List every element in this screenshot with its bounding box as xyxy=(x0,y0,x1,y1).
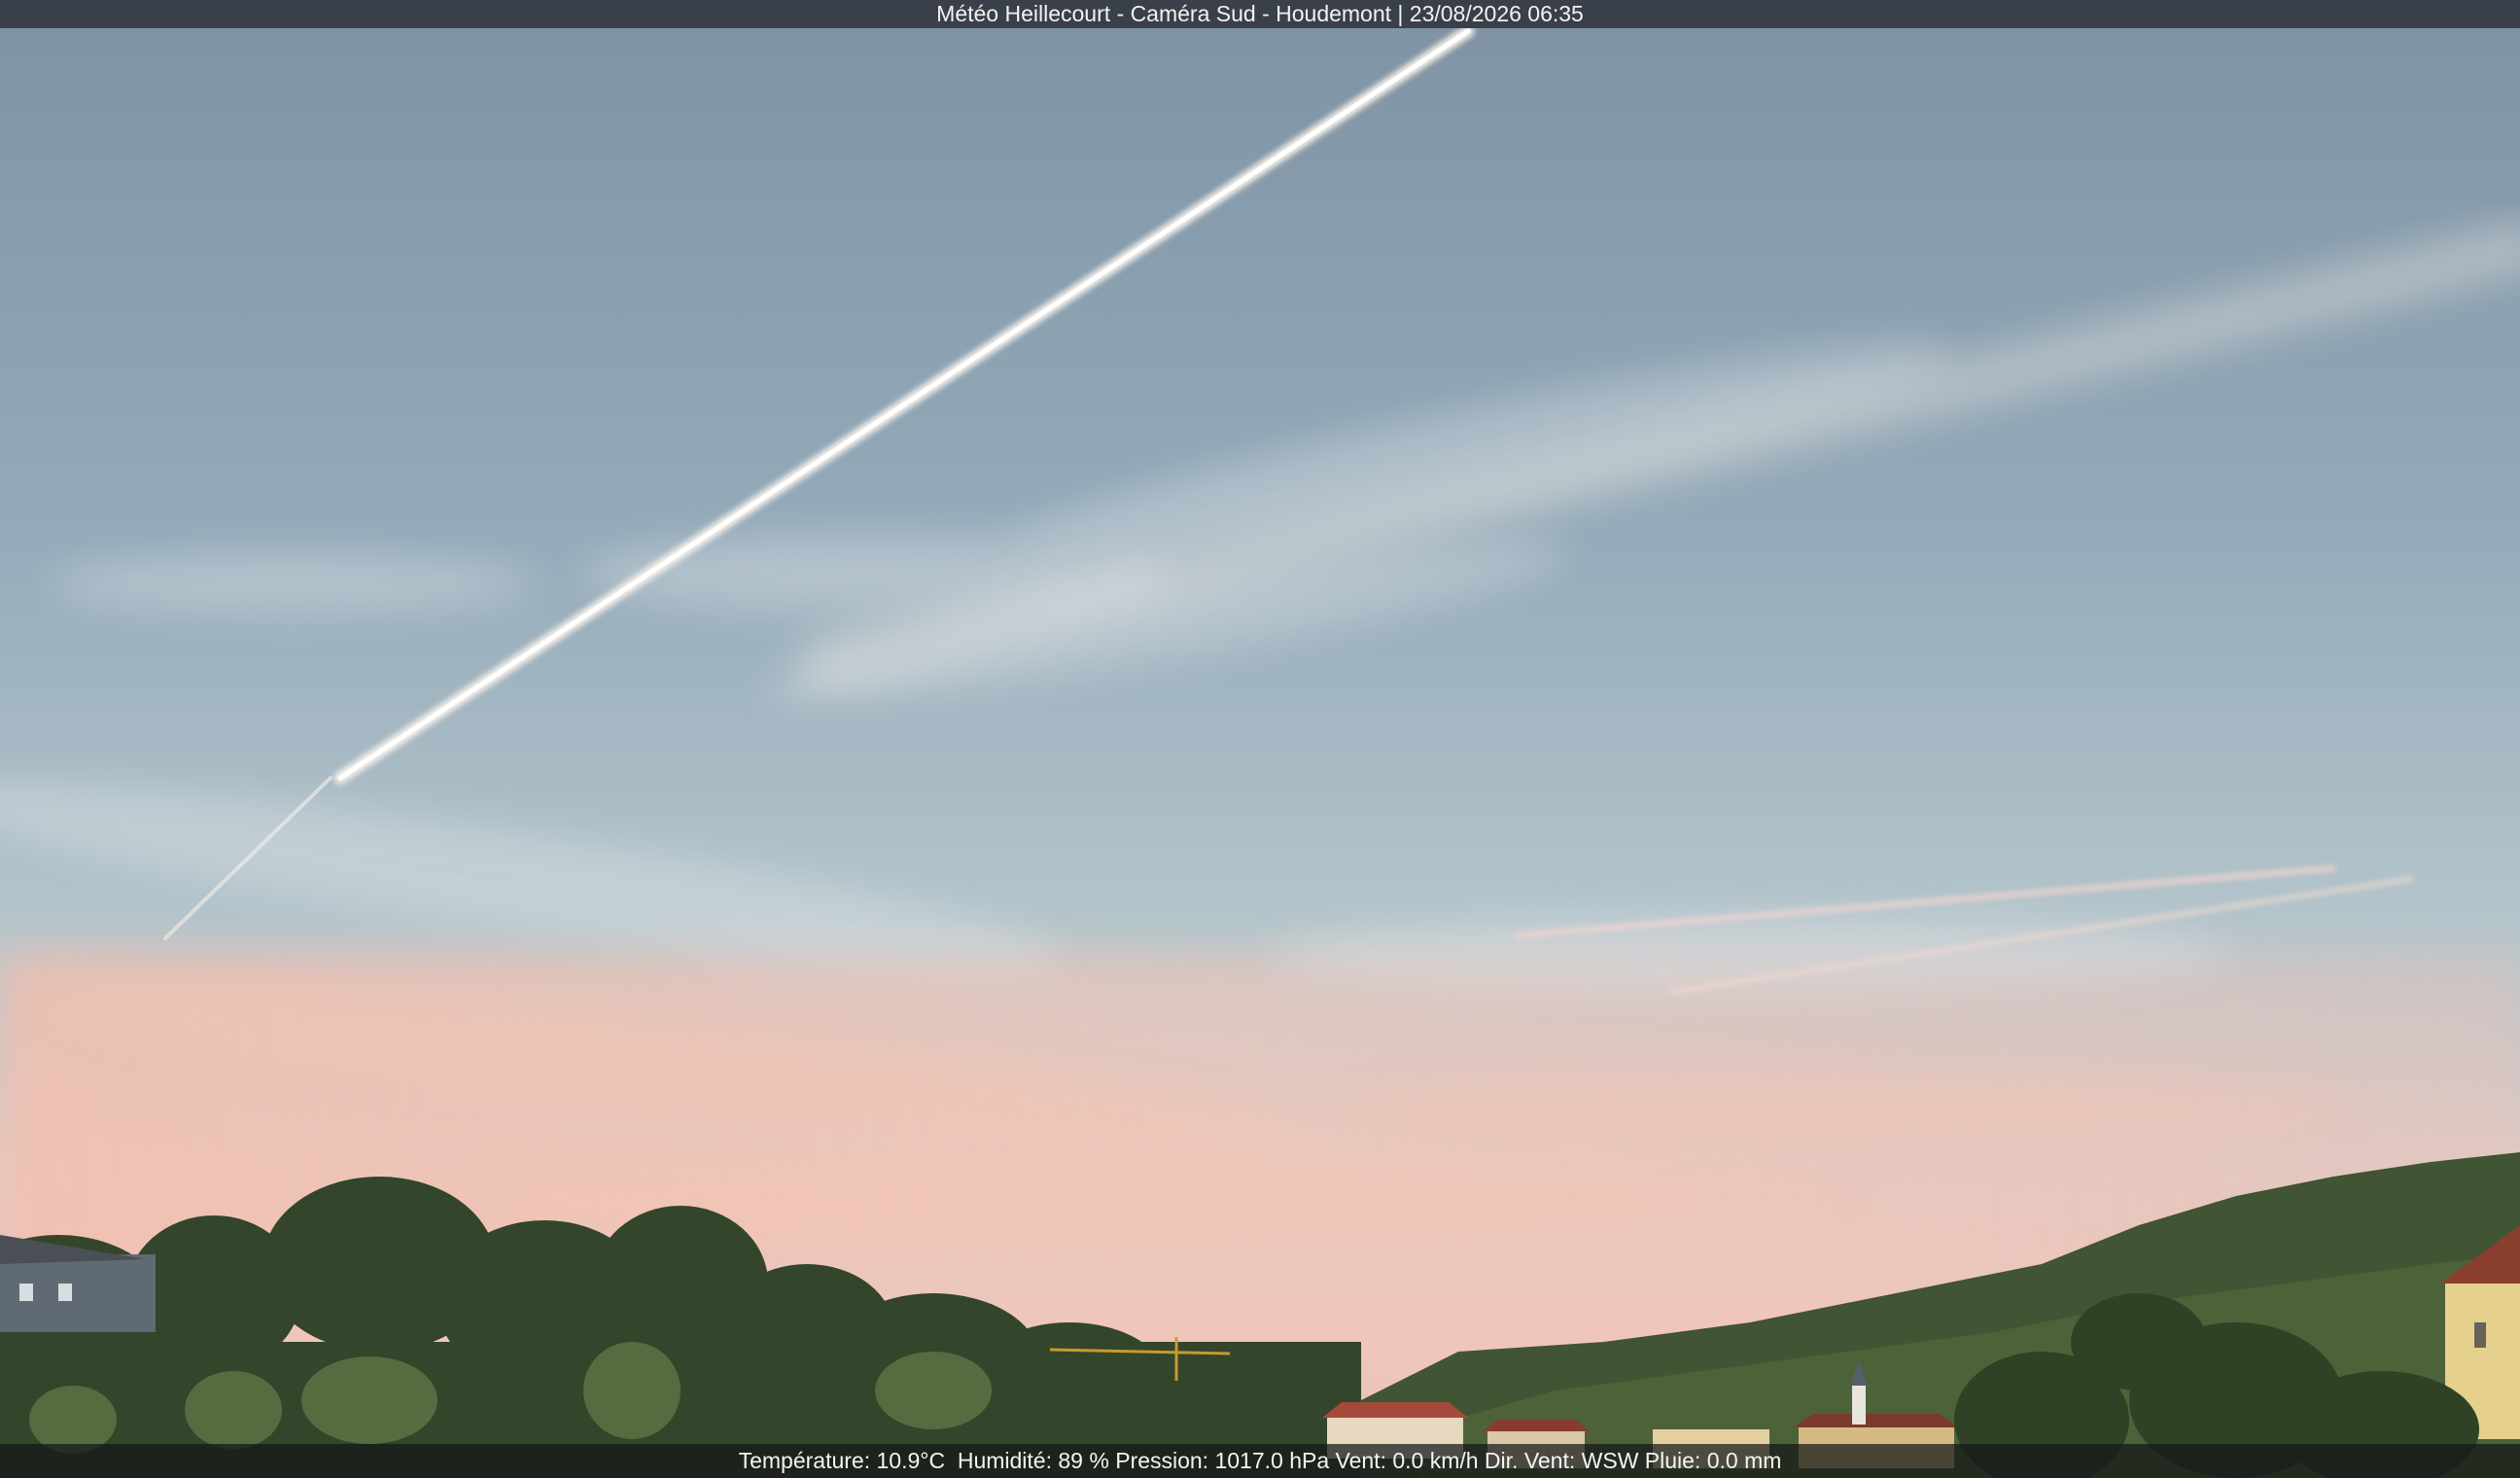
camera-title-bar: Météo Heillecourt - Caméra Sud - Houdemo… xyxy=(0,0,2520,28)
webcam-image xyxy=(0,0,2520,1478)
webcam-frame: Météo Heillecourt - Caméra Sud - Houdemo… xyxy=(0,0,2520,1478)
weather-readout-bar: Température: 10.9°C Humidité: 89 % Press… xyxy=(0,1444,2520,1478)
